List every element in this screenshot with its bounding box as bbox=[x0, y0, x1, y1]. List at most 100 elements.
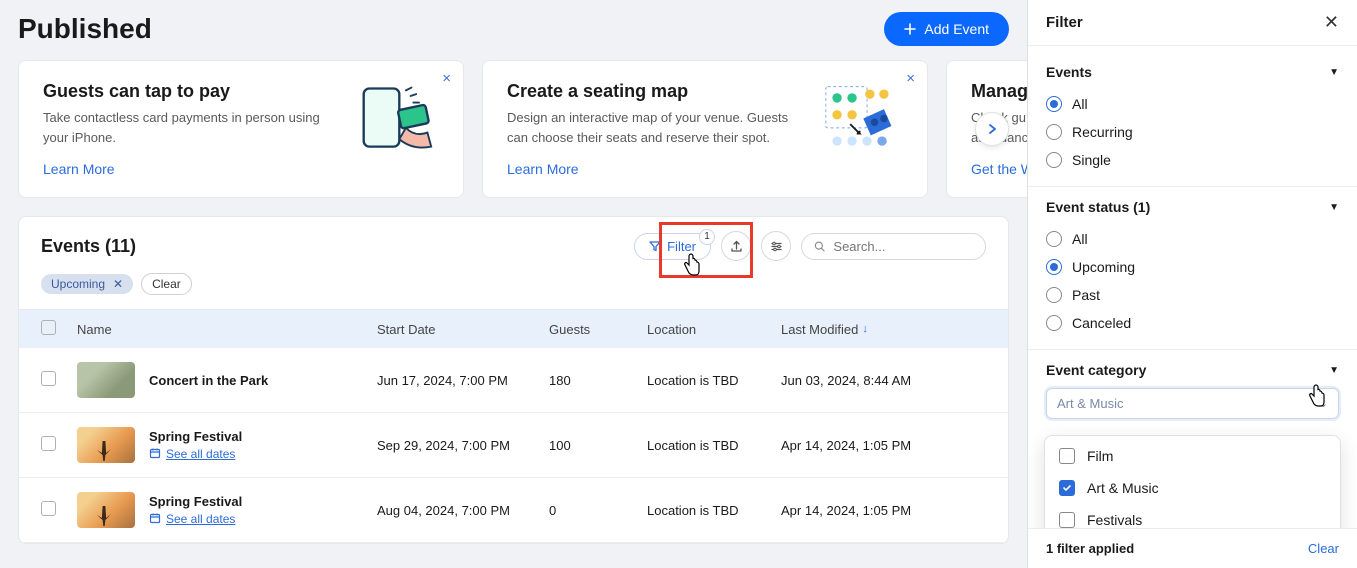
cell-start-date: Jun 17, 2024, 7:00 PM bbox=[377, 373, 549, 388]
promo-desc: Take contactless card payments in person… bbox=[43, 108, 340, 147]
col-name[interactable]: Name bbox=[77, 322, 377, 337]
event-name: Spring Festival bbox=[149, 429, 242, 444]
option-label: Film bbox=[1087, 448, 1113, 464]
carousel-next-button[interactable] bbox=[975, 112, 1009, 146]
row-checkbox[interactable] bbox=[41, 436, 56, 451]
event-thumbnail bbox=[77, 362, 135, 398]
radio-option[interactable]: All bbox=[1046, 225, 1339, 253]
radio-option[interactable]: All bbox=[1046, 90, 1339, 118]
radio-icon bbox=[1046, 152, 1062, 168]
filter-button[interactable]: Filter 1 bbox=[634, 233, 711, 260]
filter-panel: Filter ✕ Events ▼ AllRecurringSingle Eve… bbox=[1027, 0, 1357, 568]
promo-card-tap-to-pay: × Guests can tap to pay Take contactless… bbox=[18, 60, 464, 198]
option-label: Art & Music bbox=[1087, 480, 1159, 496]
add-event-label: Add Event bbox=[924, 21, 989, 37]
radio-option[interactable]: Past bbox=[1046, 281, 1339, 309]
event-thumbnail bbox=[77, 427, 135, 463]
see-all-dates-link[interactable]: See all dates bbox=[166, 447, 235, 461]
select-all-checkbox[interactable] bbox=[41, 320, 56, 335]
close-icon[interactable]: ✕ bbox=[113, 277, 123, 291]
category-dropdown: Film Art & Music Festivals bbox=[1044, 435, 1341, 528]
radio-option[interactable]: Single bbox=[1046, 146, 1339, 174]
search-field[interactable] bbox=[801, 233, 986, 260]
see-all-dates-link[interactable]: See all dates bbox=[166, 512, 235, 526]
filter-section-title[interactable]: Event status (1) ▼ bbox=[1046, 199, 1339, 215]
page-title: Published bbox=[18, 13, 152, 45]
main-content: Published Add Event × Guests can tap to … bbox=[0, 0, 1027, 568]
radio-icon bbox=[1046, 231, 1062, 247]
cell-guests: 180 bbox=[549, 373, 647, 388]
table-row[interactable]: Concert in the Park Jun 17, 2024, 7:00 P… bbox=[19, 348, 1008, 413]
category-select[interactable]: Art & Music ⌄ bbox=[1046, 388, 1339, 419]
chevron-down-icon: ▼ bbox=[1329, 365, 1339, 376]
settings-button[interactable] bbox=[761, 231, 791, 261]
search-input[interactable] bbox=[833, 239, 973, 254]
checkbox-icon bbox=[1059, 448, 1075, 464]
export-button[interactable] bbox=[721, 231, 751, 261]
events-heading: Events (11) bbox=[41, 236, 136, 257]
close-icon[interactable]: × bbox=[442, 71, 451, 86]
cell-location: Location is TBD bbox=[647, 438, 781, 453]
clear-filters-chip[interactable]: Clear bbox=[141, 273, 192, 295]
col-start-date[interactable]: Start Date bbox=[377, 322, 549, 337]
cell-start-date: Aug 04, 2024, 7:00 PM bbox=[377, 503, 549, 518]
dropdown-option[interactable]: Film bbox=[1045, 440, 1340, 472]
table-row[interactable]: Spring Festival See all dates Sep 29, 20… bbox=[19, 413, 1008, 478]
dropdown-option[interactable]: Art & Music bbox=[1045, 472, 1340, 504]
col-location[interactable]: Location bbox=[647, 322, 781, 337]
cell-last-modified: Apr 14, 2024, 1:05 PM bbox=[781, 503, 986, 518]
close-icon[interactable]: × bbox=[906, 71, 915, 86]
table-body: Concert in the Park Jun 17, 2024, 7:00 P… bbox=[19, 348, 1008, 543]
radio-icon bbox=[1046, 287, 1062, 303]
get-the-link[interactable]: Get the W bbox=[971, 161, 1027, 177]
calendar-icon bbox=[149, 447, 161, 462]
radio-label: Single bbox=[1072, 152, 1111, 168]
add-event-button[interactable]: Add Event bbox=[884, 12, 1009, 46]
filter-chip-upcoming[interactable]: Upcoming ✕ bbox=[41, 274, 133, 294]
cell-location: Location is TBD bbox=[647, 503, 781, 518]
filter-section-title[interactable]: Events ▼ bbox=[1046, 64, 1339, 80]
table-row[interactable]: Spring Festival See all dates Aug 04, 20… bbox=[19, 478, 1008, 543]
col-guests[interactable]: Guests bbox=[549, 322, 647, 337]
promo-title: Guests can tap to pay bbox=[43, 81, 340, 102]
checkbox-icon bbox=[1059, 512, 1075, 528]
radio-label: Past bbox=[1072, 287, 1100, 303]
close-icon[interactable]: ✕ bbox=[1324, 12, 1339, 33]
learn-more-link[interactable]: Learn More bbox=[43, 161, 115, 177]
chevron-down-icon: ▼ bbox=[1329, 67, 1339, 78]
radio-option[interactable]: Canceled bbox=[1046, 309, 1339, 337]
upload-icon bbox=[730, 240, 743, 253]
category-placeholder: Art & Music bbox=[1057, 396, 1123, 411]
chevron-right-icon bbox=[987, 123, 997, 135]
filter-panel-title: Filter bbox=[1046, 14, 1083, 31]
filter-panel-body: Events ▼ AllRecurringSingle Event status… bbox=[1028, 46, 1357, 528]
sliders-icon bbox=[770, 240, 783, 253]
cell-guests: 100 bbox=[549, 438, 647, 453]
promo-card-seating-map: × Create a seating map Design an interac… bbox=[482, 60, 928, 198]
radio-option[interactable]: Recurring bbox=[1046, 118, 1339, 146]
learn-more-link[interactable]: Learn More bbox=[507, 161, 579, 177]
col-last-modified[interactable]: Last Modified ↓ bbox=[781, 322, 986, 337]
radio-icon bbox=[1046, 259, 1062, 275]
events-header: Events (11) Filter 1 bbox=[19, 217, 1008, 261]
see-all-dates: See all dates bbox=[149, 447, 242, 462]
promo-title: Create a seating map bbox=[507, 81, 804, 102]
radio-icon bbox=[1046, 96, 1062, 112]
option-label: Festivals bbox=[1087, 512, 1142, 528]
radio-label: All bbox=[1072, 231, 1088, 247]
cell-last-modified: Jun 03, 2024, 8:44 AM bbox=[781, 373, 986, 388]
checkbox-icon bbox=[1059, 480, 1075, 496]
dropdown-option[interactable]: Festivals bbox=[1045, 504, 1340, 528]
clear-filter-link[interactable]: Clear bbox=[1308, 541, 1339, 556]
event-name: Concert in the Park bbox=[149, 373, 268, 388]
events-panel: Events (11) Filter 1 bbox=[18, 216, 1009, 544]
filter-label: Filter bbox=[667, 239, 696, 254]
radio-option[interactable]: Upcoming bbox=[1046, 253, 1339, 281]
filter-section-category: Event category ▼ Art & Music ⌄ bbox=[1028, 350, 1357, 431]
page-header: Published Add Event bbox=[18, 12, 1009, 46]
row-checkbox[interactable] bbox=[41, 371, 56, 386]
row-checkbox[interactable] bbox=[41, 501, 56, 516]
cell-start-date: Sep 29, 2024, 7:00 PM bbox=[377, 438, 549, 453]
filter-section-title[interactable]: Event category ▼ bbox=[1046, 362, 1339, 378]
seating-map-illustration bbox=[818, 81, 903, 156]
